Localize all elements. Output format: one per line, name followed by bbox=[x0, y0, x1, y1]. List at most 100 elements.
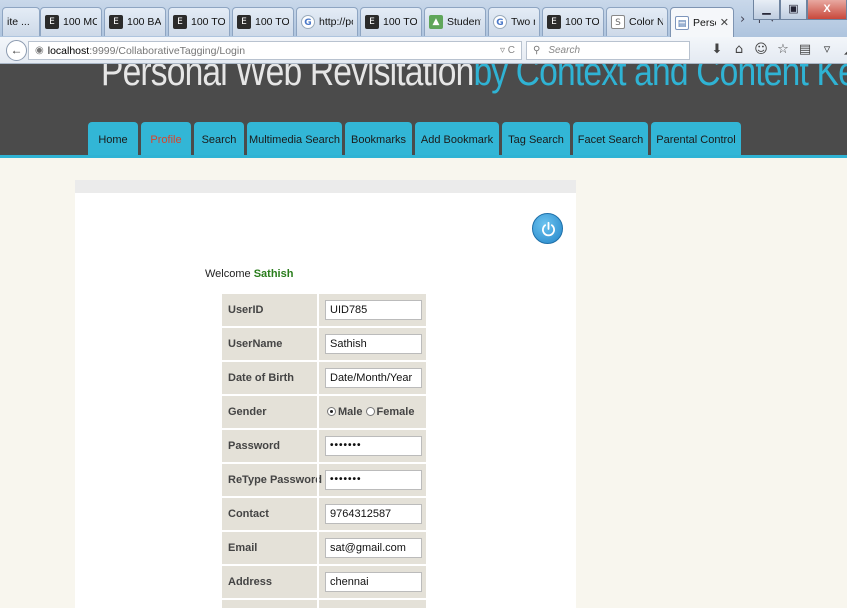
tab-label: ite ... bbox=[7, 16, 30, 28]
dob-label: Date of Birth bbox=[228, 372, 294, 384]
browser-tab[interactable]: E 100 TOP ... bbox=[168, 7, 230, 36]
contact-field[interactable]: 9764312587 bbox=[325, 504, 422, 524]
tabs-scroll-right-icon[interactable]: › bbox=[740, 12, 745, 27]
pocket-icon[interactable]: ☺ bbox=[750, 42, 772, 58]
navigation-bar: ← ◉ localhost:9999/CollaborativeTagging/… bbox=[0, 37, 847, 64]
search-icon: ⚲ bbox=[533, 45, 541, 56]
slideshare-icon: E bbox=[237, 15, 251, 29]
row-divider bbox=[317, 498, 319, 532]
row-divider bbox=[317, 600, 319, 608]
site-info-icon[interactable]: ◉ bbox=[35, 45, 44, 56]
browser-tab[interactable]: G http://po... bbox=[296, 7, 358, 36]
browser-tab[interactable]: E 100 TOP ... bbox=[360, 7, 422, 36]
browser-tab[interactable]: E 100 MOS... bbox=[40, 7, 102, 36]
row-divider bbox=[317, 362, 319, 396]
home-icon[interactable]: ⌂ bbox=[728, 42, 750, 58]
url-host: localhost bbox=[47, 44, 90, 57]
browser-tab[interactable]: ▲ Students ... bbox=[424, 7, 486, 36]
gender-male-radio[interactable] bbox=[327, 407, 336, 416]
logout-power-button[interactable] bbox=[532, 213, 563, 244]
form-row-userid: UserID UID785 bbox=[222, 294, 426, 328]
panel-top-bar bbox=[75, 180, 576, 193]
menu-tag-search[interactable]: Tag Search bbox=[502, 122, 570, 155]
menu-facet-search[interactable]: Facet Search bbox=[573, 122, 648, 155]
reading-list-icon[interactable]: ▤ bbox=[794, 42, 816, 58]
form-row-gender: Gender Male Female bbox=[222, 396, 426, 430]
menu-profile[interactable]: Profile bbox=[141, 122, 191, 155]
browser-tab[interactable]: ite ... bbox=[2, 7, 40, 36]
download-icon[interactable]: ⬇ bbox=[706, 42, 728, 58]
form-row-password: Password ••••••• bbox=[222, 430, 426, 464]
browser-toolbar: ⬇ ⌂ ☺ ☆ ▤ ▿ ◢ ≡ bbox=[706, 42, 847, 58]
gender-male-label: Male bbox=[338, 406, 363, 418]
row-divider bbox=[317, 328, 319, 362]
browser-tab[interactable]: S Color Na... bbox=[606, 7, 668, 36]
dob-field[interactable]: Date/Month/Year bbox=[325, 368, 422, 388]
tab-label: Students ... bbox=[447, 16, 481, 28]
tab-label: 100 TOP ... bbox=[191, 16, 225, 28]
slideshare-icon: E bbox=[173, 15, 187, 29]
row-divider bbox=[317, 532, 319, 566]
row-divider bbox=[317, 566, 319, 600]
search-box[interactable]: ⚲ Search bbox=[526, 41, 690, 60]
browser-tab[interactable]: E 100 TOP ... bbox=[232, 7, 294, 36]
tab-label: 100 BASI... bbox=[127, 16, 161, 28]
welcome-message: Welcome Sathish bbox=[205, 268, 293, 280]
shield-icon[interactable]: ▿ bbox=[816, 42, 838, 58]
gender-label: Gender bbox=[228, 406, 267, 418]
tab-label: Color Na... bbox=[629, 16, 663, 28]
tab-label: http://po... bbox=[319, 16, 353, 28]
gender-female-label: Female bbox=[376, 406, 415, 418]
minimize-icon[interactable]: ▁ bbox=[753, 0, 780, 20]
browser-tab-active[interactable]: ▤ Perso... ✕ bbox=[670, 7, 734, 37]
email-field[interactable]: sat@gmail.com bbox=[325, 538, 422, 558]
form-row-contact: Contact 9764312587 bbox=[222, 498, 426, 532]
browser-tab[interactable]: E 100 TOP ... bbox=[542, 7, 604, 36]
email-label: Email bbox=[228, 542, 258, 554]
password-field[interactable]: ••••••• bbox=[325, 436, 422, 456]
slideshare-icon: E bbox=[45, 15, 59, 29]
close-tab-icon[interactable]: ✕ bbox=[716, 16, 729, 29]
form-row-email: Email sat@gmail.com bbox=[222, 532, 426, 566]
tab-label: Two mar... bbox=[511, 16, 535, 28]
address-field[interactable]: chennai bbox=[325, 572, 422, 592]
google-icon: G bbox=[301, 15, 315, 29]
retype-password-field[interactable]: ••••••• bbox=[325, 470, 422, 490]
bookmark-star-icon[interactable]: ☆ bbox=[772, 42, 794, 58]
reload-icon[interactable]: ▿ C bbox=[500, 45, 515, 56]
tab-label: 100 MOS... bbox=[63, 16, 97, 28]
userid-label: UserID bbox=[228, 304, 264, 316]
tab-label: 100 TOP ... bbox=[255, 16, 289, 28]
userid-field[interactable]: UID785 bbox=[325, 300, 422, 320]
address-bar[interactable]: ◉ localhost:9999/CollaborativeTagging/Lo… bbox=[28, 41, 522, 60]
tab-label: Perso... bbox=[693, 16, 716, 29]
menu-parental-control[interactable]: Parental Control bbox=[651, 122, 741, 155]
menu-add-bookmark[interactable]: Add Bookmark bbox=[415, 122, 499, 155]
site-title-main: Personal Web Revisitation bbox=[101, 64, 474, 94]
browser-tab-strip: ite ... E 100 MOS... E 100 BASI... E 100… bbox=[0, 0, 847, 37]
form-row-next bbox=[222, 600, 426, 608]
menu-multimedia-search[interactable]: Multimedia Search bbox=[247, 122, 342, 155]
browser-tab[interactable]: G Two mar... bbox=[488, 7, 540, 36]
send-icon[interactable]: ◢ bbox=[838, 42, 847, 58]
gender-female-radio[interactable] bbox=[365, 407, 375, 416]
welcome-label: Welcome bbox=[205, 268, 251, 280]
menu-home[interactable]: Home bbox=[88, 122, 138, 155]
menu-search[interactable]: Search bbox=[194, 122, 244, 155]
window-close-icon[interactable]: X bbox=[807, 0, 847, 20]
username-field[interactable]: Sathish bbox=[325, 334, 422, 354]
slideshare-icon: E bbox=[547, 15, 561, 29]
form-row-dob: Date of Birth Date/Month/Year bbox=[222, 362, 426, 396]
site-title: Personal Web Revisitationby Context and … bbox=[101, 64, 847, 95]
window-controls: ▁ ▣ X bbox=[753, 0, 847, 22]
password-label: Password bbox=[228, 440, 280, 452]
menu-bookmarks[interactable]: Bookmarks bbox=[345, 122, 412, 155]
maximize-icon[interactable]: ▣ bbox=[780, 0, 807, 20]
username-label: UserName bbox=[228, 338, 283, 350]
site-title-sub: by Context and Content Keywords bbox=[473, 64, 847, 94]
search-placeholder: Search bbox=[548, 45, 581, 56]
browser-tab[interactable]: E 100 BASI... bbox=[104, 7, 166, 36]
address-label: Address bbox=[228, 576, 273, 588]
row-divider bbox=[317, 430, 319, 464]
back-icon[interactable]: ← bbox=[6, 40, 27, 61]
